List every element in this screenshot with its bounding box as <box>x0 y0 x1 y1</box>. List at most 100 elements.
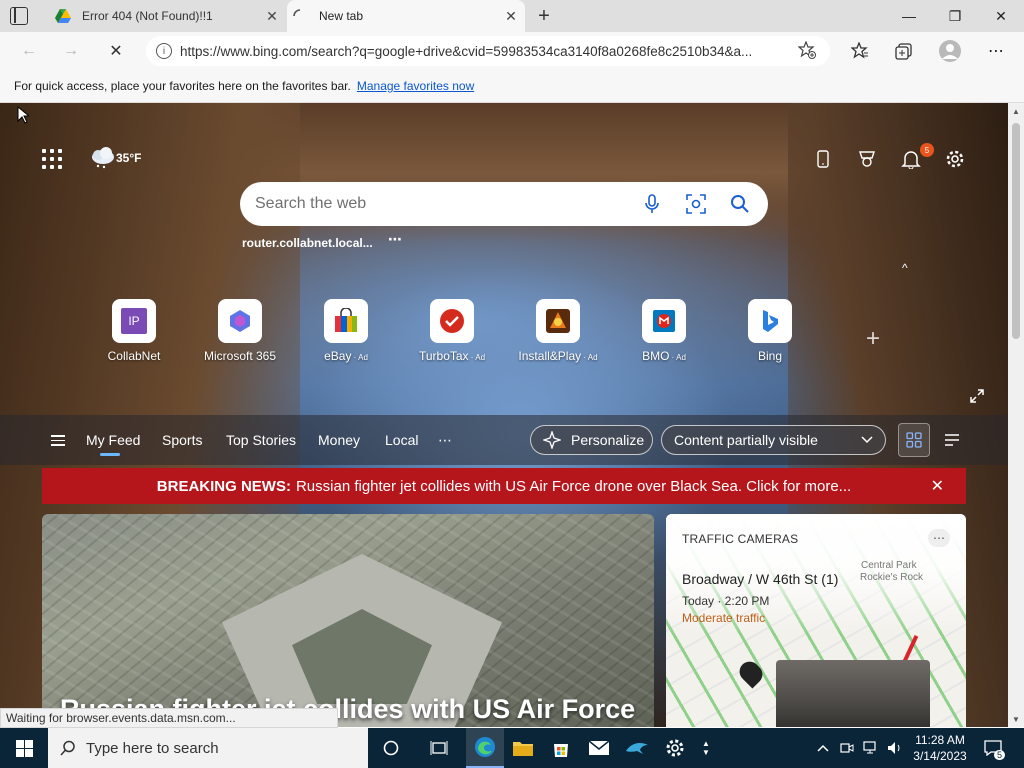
network-icon[interactable] <box>860 728 882 768</box>
close-banner-button[interactable]: ✕ <box>931 476 944 496</box>
app-launcher-icon[interactable] <box>42 149 62 169</box>
page-scrollbar[interactable]: ▲ ▼ <box>1008 103 1024 727</box>
info-icon[interactable]: i <box>156 43 172 59</box>
mobile-phone-icon[interactable] <box>811 147 835 171</box>
meet-now-icon[interactable] <box>838 728 856 768</box>
top-news-card[interactable]: Russian fighter jet collides with US Air… <box>42 514 654 727</box>
weather-widget[interactable]: 35°F <box>90 147 141 169</box>
taskbar-scroll-icon[interactable]: ▲ ▼ <box>698 728 714 768</box>
close-tab-button[interactable]: ✕ <box>258 8 286 25</box>
quick-link-ebay[interactable]: eBay · Ad <box>294 299 398 363</box>
tab-new-tab[interactable]: New tab ✕ <box>287 0 525 32</box>
forward-button[interactable]: → <box>56 38 86 64</box>
web-search-box[interactable]: Search the web <box>240 182 768 226</box>
list-view-icon[interactable] <box>936 423 968 457</box>
url-text[interactable]: https://www.bing.com/search?q=google+dri… <box>180 44 780 59</box>
close-window-button[interactable]: ✕ <box>978 0 1024 32</box>
tab-money[interactable]: Money <box>318 432 360 448</box>
microphone-icon[interactable] <box>630 194 674 214</box>
tab-title: Error 404 (Not Found)!!1 <box>82 9 213 23</box>
content-visibility-dropdown[interactable]: Content partially visible <box>661 425 886 455</box>
file-explorer-icon[interactable] <box>504 728 542 768</box>
taskbar-search-input[interactable]: Type here to search <box>86 740 219 757</box>
tab-actions-icon[interactable] <box>10 7 28 25</box>
taskbar-search-box[interactable]: Type here to search <box>48 728 368 768</box>
grid-view-icon[interactable] <box>898 423 930 457</box>
quick-link-turbotax[interactable]: TurboTax · Ad <box>400 299 504 363</box>
stop-loading-button[interactable]: ✕ <box>101 38 131 64</box>
recent-searches-more-button[interactable]: ⋯ <box>388 231 403 248</box>
action-center-icon[interactable]: 5 <box>978 728 1008 768</box>
scroll-down-icon[interactable]: ▼ <box>1008 711 1024 727</box>
dolphin-app-icon[interactable] <box>618 728 656 768</box>
close-tab-button[interactable]: ✕ <box>497 8 525 25</box>
gear-icon[interactable] <box>943 147 967 171</box>
visual-search-icon[interactable] <box>674 194 718 214</box>
camera-snapshot[interactable] <box>776 660 930 727</box>
temperature: 35°F <box>116 151 142 165</box>
traffic-cameras-card[interactable]: TRAFFIC CAMERAS ⋯ Central Park Rockie's … <box>666 514 966 727</box>
collapse-quick-links-button[interactable]: ^ <box>902 261 908 275</box>
cortana-icon[interactable] <box>372 728 410 768</box>
back-button[interactable]: ← <box>14 38 44 64</box>
manage-favorites-link[interactable]: Manage favorites now <box>357 79 474 93</box>
tab-local[interactable]: Local <box>385 432 418 448</box>
add-favorite-icon[interactable] <box>797 39 816 62</box>
tab-error-404[interactable]: Error 404 (Not Found)!!1 ✕ <box>50 0 286 32</box>
task-view-icon[interactable] <box>420 728 458 768</box>
google-drive-icon <box>50 9 76 23</box>
settings-gear-icon[interactable] <box>656 728 694 768</box>
quick-link-microsoft-365[interactable]: Microsoft 365 <box>188 299 292 363</box>
system-clock[interactable]: 11:28 AM 3/14/2023 <box>910 732 970 764</box>
feed-menu-icon[interactable] <box>51 435 65 449</box>
card-more-button[interactable]: ⋯ <box>928 529 950 547</box>
search-icon[interactable] <box>718 194 762 214</box>
scrollbar-thumb[interactable] <box>1012 123 1020 339</box>
address-bar[interactable]: i https://www.bing.com/search?q=google+d… <box>146 36 830 66</box>
breaking-news-text[interactable]: Russian fighter jet collides with US Air… <box>296 478 851 495</box>
windows-start-icon[interactable] <box>0 728 48 768</box>
taskbar: Type here to search ▲ ▼ 11:28 AM 3/14/202… <box>0 728 1024 768</box>
recent-search-item[interactable]: router.collabnet.local... <box>242 236 373 250</box>
microsoft-store-icon[interactable] <box>542 728 580 768</box>
maximize-button[interactable]: ❐ <box>932 0 978 32</box>
new-tab-button[interactable]: + <box>530 4 558 28</box>
scroll-up-icon[interactable]: ▲ <box>1008 103 1024 119</box>
title-bar: Error 404 (Not Found)!!1 ✕ New tab ✕ + —… <box>0 0 1024 32</box>
camera-location[interactable]: Broadway / W 46th St (1) <box>682 571 838 587</box>
quick-link-collabnet[interactable]: IP CollabNet <box>82 299 186 363</box>
collabnet-icon: IP <box>112 299 156 343</box>
browser-toolbar: ← → ✕ i https://www.bing.com/search?q=go… <box>0 32 1024 70</box>
tab-top-stories[interactable]: Top Stories <box>226 432 296 448</box>
breaking-news-banner[interactable]: BREAKING NEWS: Russian fighter jet colli… <box>42 468 966 504</box>
turbotax-icon <box>430 299 474 343</box>
new-tab-page: 35°F 5 Search the web router.collabnet.l… <box>0 103 1008 727</box>
show-hidden-icons-icon[interactable] <box>814 728 832 768</box>
settings-more-button[interactable]: ⋯ <box>982 38 1010 64</box>
minimize-button[interactable]: — <box>886 0 932 32</box>
feed-more-button[interactable]: ⋯ <box>438 432 452 449</box>
add-quick-link-button[interactable]: + <box>866 325 880 353</box>
collections-icon[interactable] <box>890 38 918 64</box>
search-input[interactable]: Search the web <box>255 195 630 213</box>
tab-my-feed[interactable]: My Feed <box>86 432 140 456</box>
mail-icon[interactable] <box>580 728 618 768</box>
profile-avatar[interactable] <box>936 38 964 64</box>
volume-icon[interactable] <box>884 728 906 768</box>
tab-sports[interactable]: Sports <box>162 432 202 448</box>
quick-link-install-play[interactable]: Install&Play · Ad <box>506 299 610 363</box>
sparkle-icon <box>543 431 561 449</box>
breaking-news-label: BREAKING NEWS: <box>156 477 291 495</box>
notification-badge: 5 <box>920 143 934 157</box>
rewards-icon[interactable] <box>855 147 879 171</box>
ebay-bag-icon <box>324 299 368 343</box>
favorites-icon[interactable] <box>846 38 874 64</box>
tab-title: New tab <box>319 9 364 23</box>
quick-link-bmo[interactable]: BMO · Ad <box>612 299 716 363</box>
edge-browser-icon[interactable] <box>466 728 504 768</box>
quick-link-bing[interactable]: Bing <box>718 299 822 363</box>
camera-time: Today · 2:20 PM <box>682 594 770 608</box>
personalize-button[interactable]: Personalize <box>530 425 653 455</box>
clock-date: 3/14/2023 <box>913 749 967 763</box>
expand-background-icon[interactable] <box>970 389 984 406</box>
